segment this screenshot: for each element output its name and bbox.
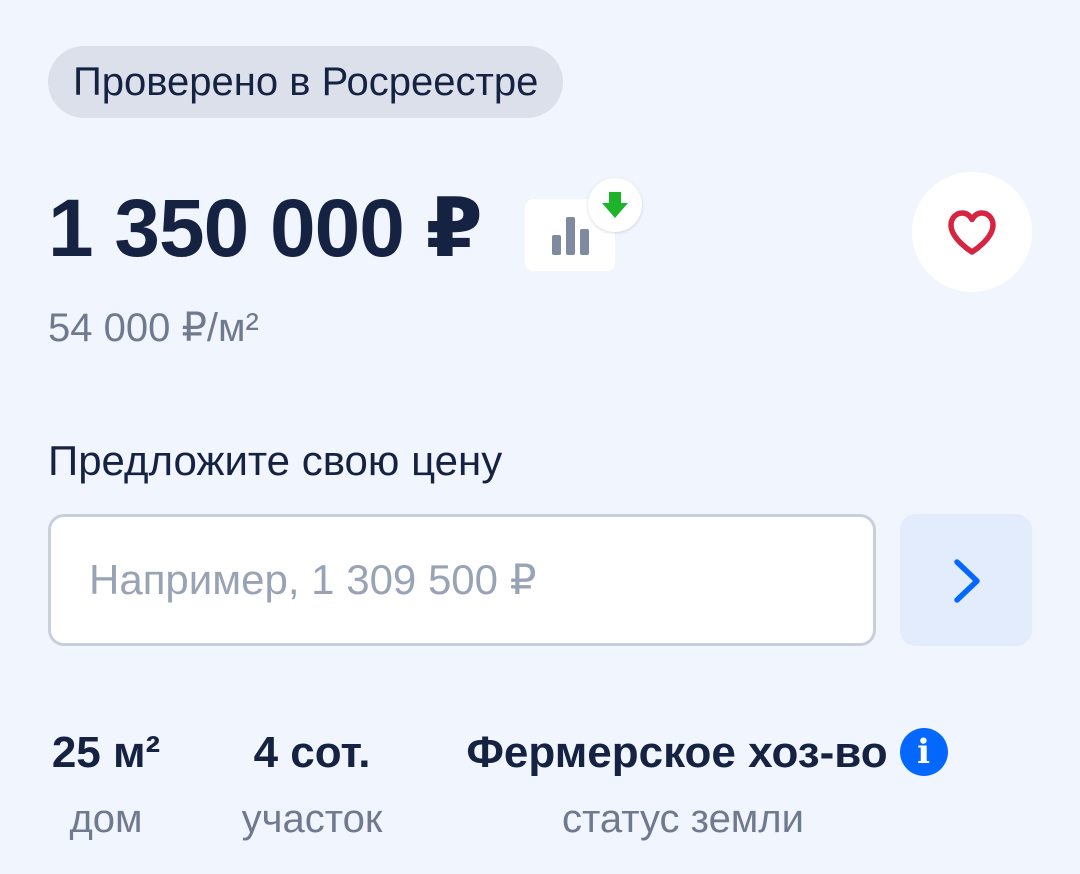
stat-land-status-value-row: Фермерское хоз-во i	[460, 726, 954, 780]
stat-house-area-label: дом	[69, 797, 143, 841]
offer-price-input[interactable]	[48, 514, 876, 646]
chevron-right-icon	[954, 559, 980, 603]
bar-chart-icon	[552, 217, 589, 255]
offer-price-title: Предложите свою цену	[48, 437, 503, 484]
favorite-button[interactable]	[912, 172, 1032, 292]
heart-icon	[948, 210, 996, 255]
stat-house-area-value: 25 м²	[51, 728, 161, 777]
info-icon[interactable]: i	[899, 728, 948, 776]
verified-badge: Проверено в Росреестре	[48, 46, 564, 118]
price-value: 1 350 000 ₽	[48, 183, 483, 274]
stat-house-area: 25 м² дом	[48, 726, 164, 842]
arrow-down-icon	[602, 192, 628, 218]
stat-land-status-value: Фермерское хоз-во	[466, 728, 888, 777]
stat-plot-area-label: участок	[241, 797, 383, 841]
price-down-badge	[588, 178, 642, 232]
stat-land-status-label: статус земли	[562, 797, 804, 841]
stat-land-status: Фермерское хоз-во i статус земли	[460, 726, 954, 842]
offer-submit-button[interactable]	[900, 514, 1032, 646]
stat-plot-area-value: 4 сот.	[253, 728, 371, 777]
price-per-square-meter: 54 000 ₽/м²	[48, 306, 259, 350]
verified-badge-label: Проверено в Росреестре	[73, 60, 539, 104]
stat-plot-area: 4 сот. участок	[236, 726, 388, 842]
